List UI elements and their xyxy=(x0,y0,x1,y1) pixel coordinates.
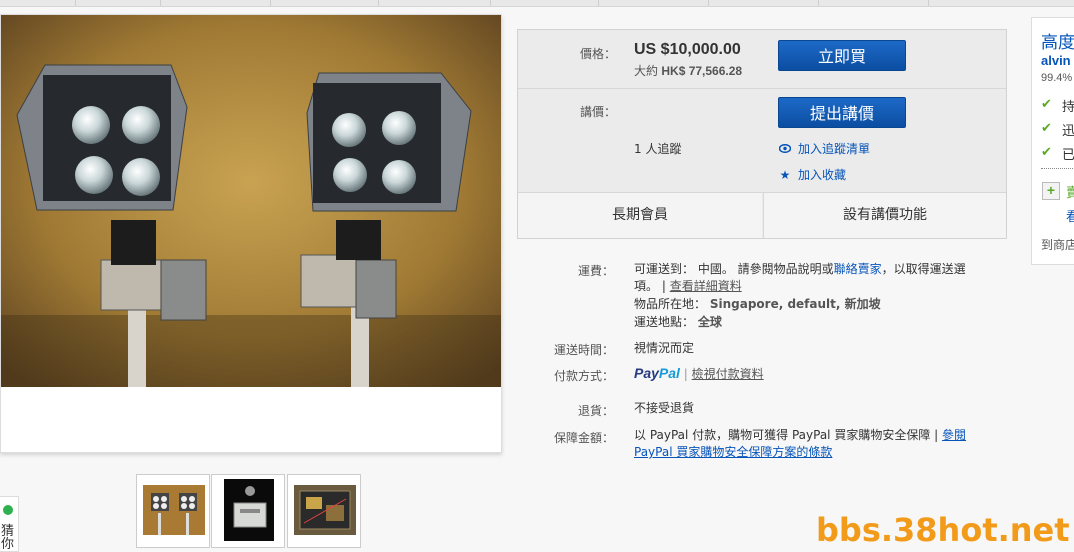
price-label: 價格： xyxy=(579,47,616,61)
main-image-card[interactable] xyxy=(0,14,502,453)
ship-to: 運送地點： 全球 xyxy=(634,314,722,331)
top-tab-strip xyxy=(0,0,1074,7)
guarantee-value: 以 PayPal 付款，購物可獲得 PayPal 買家購物安全保障 | 參閱 P… xyxy=(634,427,1004,461)
view-items-link[interactable]: 看 xyxy=(1066,206,1074,225)
eye-icon xyxy=(778,142,792,156)
approx-value: HK$ 77,566.28 xyxy=(661,64,743,78)
thumbnail-1-image xyxy=(143,485,205,535)
seller-card-title: 高度 xyxy=(1041,33,1074,53)
add-collection-label: 加入收藏 xyxy=(798,168,847,182)
thumbnail-2[interactable] xyxy=(211,474,285,548)
thumbnail-3[interactable] xyxy=(287,474,361,548)
seller-trait-3: 已 xyxy=(1062,148,1074,163)
side-widget-label: 猜你 xyxy=(1,524,15,552)
payment-separator: | xyxy=(683,367,688,381)
paypal-logo-part2: Pal xyxy=(658,365,680,381)
delivery-value: 視情況而定 xyxy=(634,341,695,355)
guarantee-terms-link[interactable]: 參閱 xyxy=(942,428,966,442)
seller-info-card: 高度 alvin 99.4% ✔ 持 ✔ 迅 ✔ 已 + 賣 看 到商店 xyxy=(1031,17,1074,265)
seller-trait-1: 持 xyxy=(1062,100,1074,115)
main-product-photo[interactable] xyxy=(1,15,501,387)
approx-prefix: 大約 xyxy=(634,64,659,78)
long-term-member-cell: 長期會員 xyxy=(518,193,762,238)
shipping-label: 運費： xyxy=(577,264,614,278)
guarantee-label: 保障金額： xyxy=(553,431,614,445)
location-label: 物品所在地： xyxy=(634,297,707,311)
shipping-text: 可運送到： 中國。 請參閱物品說明或 xyxy=(634,262,834,276)
visit-store-link[interactable]: 到商店 xyxy=(1041,236,1074,253)
offer-label: 講價： xyxy=(579,105,616,119)
ship-to-value: 全球 xyxy=(697,315,722,329)
buy-now-button[interactable]: 立即買 xyxy=(778,40,906,71)
make-offer-button[interactable]: 提出講價 xyxy=(778,97,906,128)
price-approx: 大約 HK$ 77,566.28 xyxy=(634,62,742,79)
paypal-logo-part1: Pay xyxy=(634,365,659,381)
divider xyxy=(1041,168,1074,169)
add-to-collection-link[interactable]: ★ 加入收藏 xyxy=(778,166,846,183)
view-payment-details-link[interactable]: 檢視付款資料 xyxy=(692,367,764,381)
side-feedback-widget[interactable]: 猜你 xyxy=(0,496,19,552)
shipping-text-3: 項。 | xyxy=(634,279,666,293)
guarantee-terms-link-2[interactable]: PayPal 買家購物安全保障方案的條款 xyxy=(634,445,832,459)
status-dot-icon xyxy=(3,505,13,515)
delivery-label: 運送時間： xyxy=(553,343,614,357)
watermark-text: bbs.38hot.net xyxy=(816,511,1070,549)
buy-panel: 價格： US $10,000.00 大約 HK$ 77,566.28 立即買 講… xyxy=(517,29,1007,239)
thumbnail-1[interactable] xyxy=(136,474,210,548)
price-value: US $10,000.00 xyxy=(634,41,741,58)
divider xyxy=(518,88,1006,89)
returns-label: 退貨： xyxy=(577,404,614,418)
guarantee-text: 以 PayPal 付款，購物可獲得 PayPal 買家購物安全保障 | xyxy=(634,428,939,442)
check-icon: ✔ xyxy=(1041,144,1052,159)
payment-label: 付款方式： xyxy=(553,369,614,383)
shipping-value: 可運送到： 中國。 請參閱物品說明或聯絡賣家，以取得運送選 項。 | 查看詳細資… xyxy=(634,261,1004,295)
payment-value: PayPal | 檢視付款資料 xyxy=(634,365,764,383)
item-location: 物品所在地： Singapore, default, 新加坡 xyxy=(634,296,881,313)
contact-seller-link[interactable]: 聯絡賣家 xyxy=(834,262,882,276)
star-icon: ★ xyxy=(779,168,791,182)
paypal-logo: PayPal xyxy=(634,365,680,381)
watchers-count: 1 人追蹤 xyxy=(634,142,682,156)
best-offer-cell: 設有講價功能 xyxy=(764,193,1006,238)
check-icon: ✔ xyxy=(1041,96,1052,111)
view-shipping-details-link[interactable]: 查看詳細資料 xyxy=(670,279,742,293)
thumbnail-2-image xyxy=(224,479,274,541)
seller-name-link[interactable]: alvin xyxy=(1041,53,1071,68)
shipping-text-2: ，以取得運送選 xyxy=(881,262,966,276)
returns-value: 不接受退貨 xyxy=(634,401,695,415)
seller-trait-2: 迅 xyxy=(1062,124,1074,139)
location-value: Singapore, default, 新加坡 xyxy=(709,297,881,311)
save-seller-link[interactable]: 賣 xyxy=(1066,182,1074,201)
add-watchlist-label: 加入追蹤清單 xyxy=(798,142,871,156)
check-icon: ✔ xyxy=(1041,120,1052,135)
ship-to-label: 運送地點： xyxy=(634,315,695,329)
thumbnail-3-image xyxy=(294,485,356,535)
add-to-watchlist-link[interactable]: 加入追蹤清單 xyxy=(778,140,870,157)
plus-icon[interactable]: + xyxy=(1042,182,1060,200)
seller-feedback-percent: 99.4% xyxy=(1041,72,1073,84)
